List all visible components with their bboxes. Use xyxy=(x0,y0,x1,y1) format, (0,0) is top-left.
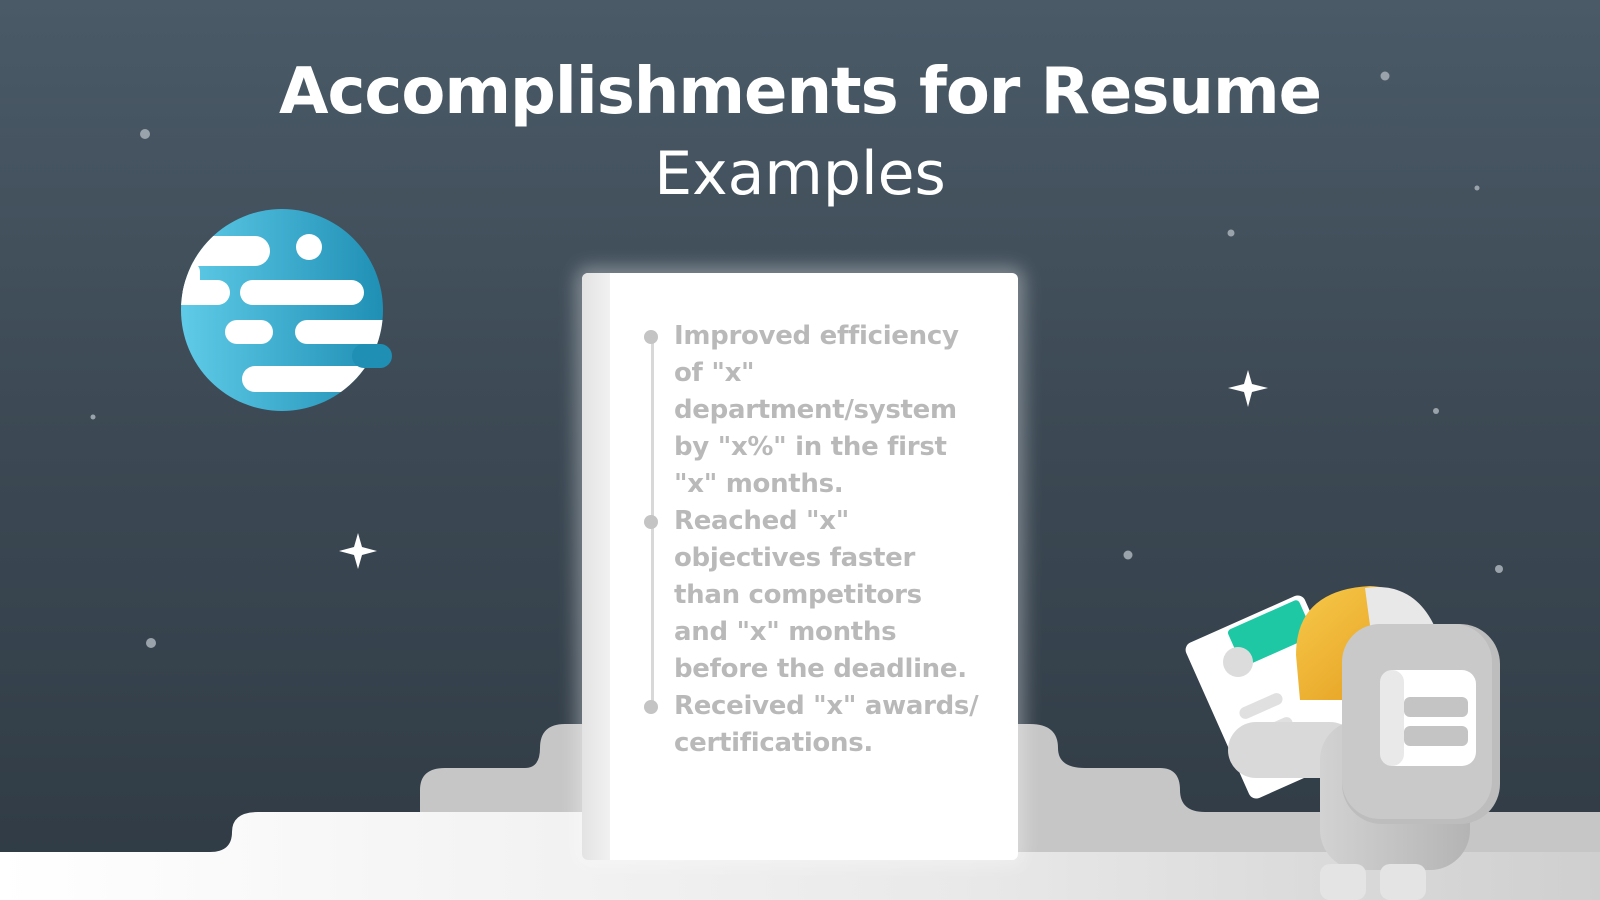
illustration-scene: Accomplishments for Resume Examples Impr… xyxy=(0,0,1600,900)
page-subtitle: Examples xyxy=(654,139,946,209)
star-dot xyxy=(1123,550,1133,560)
sparkle-star-icon xyxy=(1228,370,1268,407)
bullet-dot xyxy=(644,330,658,344)
sparkle-star-icon xyxy=(339,533,377,569)
star-dot xyxy=(1433,408,1439,414)
planet-icon xyxy=(181,209,392,411)
accomplishment-item: Reached "x" objectives faster than compe… xyxy=(674,506,967,684)
star-dot xyxy=(90,414,96,420)
bullet-dot xyxy=(644,515,658,529)
accomplishment-item: Improved efficiency of "x" department/sy… xyxy=(674,321,959,499)
heading: Accomplishments for Resume Examples xyxy=(0,52,1600,216)
star-dot xyxy=(1227,229,1235,237)
page-title: Accomplishments for Resume xyxy=(278,55,1322,129)
document-spine xyxy=(582,273,610,860)
accomplishment-item: Received "x" awards/ certifications. xyxy=(674,691,979,758)
star-dot xyxy=(146,638,156,648)
bullet-dot xyxy=(644,700,658,714)
star-dot xyxy=(1495,565,1503,573)
